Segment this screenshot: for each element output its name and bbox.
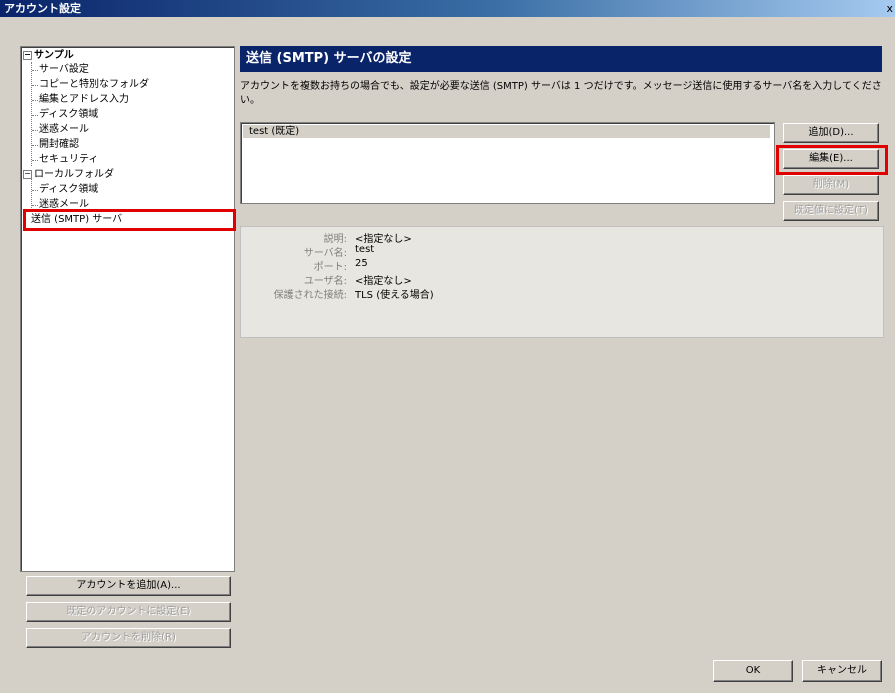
tree-account-sample-label: サンプル	[34, 50, 74, 61]
tree-guide-line	[31, 178, 32, 212]
detail-label-description: 説明:	[323, 234, 347, 245]
edit-server-button[interactable]: 編集(E)...	[783, 149, 879, 169]
set-default-server-button[interactable]: 既定値に設定(T)	[783, 201, 879, 221]
cancel-button[interactable]: キャンセル	[802, 660, 882, 682]
page-title: 送信 (SMTP) サーバの設定	[240, 46, 882, 72]
tree-item-composition[interactable]: 編集とアドレス入力	[39, 93, 129, 107]
tree-connector	[32, 205, 38, 206]
tree-connector	[32, 160, 38, 161]
delete-server-button[interactable]: 削除(M)	[783, 175, 879, 195]
close-icon[interactable]: x	[886, 0, 893, 17]
tree-item-copies-folders[interactable]: コピーと特別なフォルダ	[39, 78, 149, 92]
tree-item-junk[interactable]: 迷惑メール	[39, 123, 89, 137]
tree-item-security[interactable]: セキュリティ	[39, 153, 98, 167]
remove-account-button[interactable]: アカウントを削除(R)	[26, 628, 231, 648]
tree-guide-line	[31, 62, 32, 166]
detail-label-port: ポート:	[313, 262, 347, 273]
collapse-icon[interactable]: −	[23, 170, 32, 179]
tree-connector	[32, 70, 38, 71]
tree-account-local-label: ローカルフォルダ	[34, 169, 114, 180]
detail-value-user-name: <指定なし>	[355, 276, 412, 287]
tree-item-server-settings[interactable]: サーバ設定	[39, 63, 89, 77]
window-title: アカウント設定	[4, 2, 81, 15]
page-title-text: 送信 (SMTP) サーバの設定	[246, 51, 412, 66]
tree-item-local-junk[interactable]: 迷惑メール	[39, 198, 89, 212]
tree-connector	[32, 145, 38, 146]
title-bar: アカウント設定 x	[0, 0, 895, 17]
tree-item-return-receipts[interactable]: 開封確認	[39, 138, 79, 152]
tree-account-local[interactable]: − ローカルフォルダ	[23, 168, 114, 182]
add-server-button[interactable]: 追加(D)...	[783, 123, 879, 143]
server-details: 説明: <指定なし> サーバ名: test ポート: 25 ユーザ名: <指定な…	[240, 226, 884, 338]
smtp-server-row[interactable]: test (既定)	[243, 125, 770, 138]
tree-item-disk-space[interactable]: ディスク領域	[39, 108, 98, 122]
detail-value-port: 25	[355, 258, 368, 269]
detail-value-description: <指定なし>	[355, 234, 412, 245]
tree-connector	[32, 100, 38, 101]
add-account-button[interactable]: アカウントを追加(A)...	[26, 576, 231, 596]
tree-connector	[32, 85, 38, 86]
tree-connector	[32, 190, 38, 191]
tree-connector	[32, 130, 38, 131]
tree-item-smtp[interactable]: 送信 (SMTP) サーバ	[31, 213, 122, 227]
detail-label-server-name: サーバ名:	[303, 248, 347, 259]
tree-item-local-disk-space[interactable]: ディスク領域	[39, 183, 98, 197]
collapse-icon[interactable]: −	[23, 51, 32, 60]
detail-value-server-name: test	[355, 244, 375, 255]
tree-connector	[32, 115, 38, 116]
account-tree[interactable]: − サンプル サーバ設定 コピーと特別なフォルダ 編集とアドレス入力 ディスク領域…	[20, 46, 235, 572]
smtp-description: アカウントを複数お持ちの場合でも、設定が必要な送信 (SMTP) サーバは 1 …	[240, 81, 882, 106]
detail-value-secure-connection: TLS (使える場合)	[355, 290, 434, 301]
tree-account-sample[interactable]: − サンプル	[23, 49, 74, 63]
set-default-account-button[interactable]: 既定のアカウントに設定(E)	[26, 602, 231, 622]
ok-button[interactable]: OK	[713, 660, 793, 682]
detail-label-user-name: ユーザ名:	[303, 276, 347, 287]
detail-label-secure-connection: 保護された接続:	[273, 290, 347, 301]
smtp-server-list[interactable]: test (既定)	[240, 122, 775, 204]
